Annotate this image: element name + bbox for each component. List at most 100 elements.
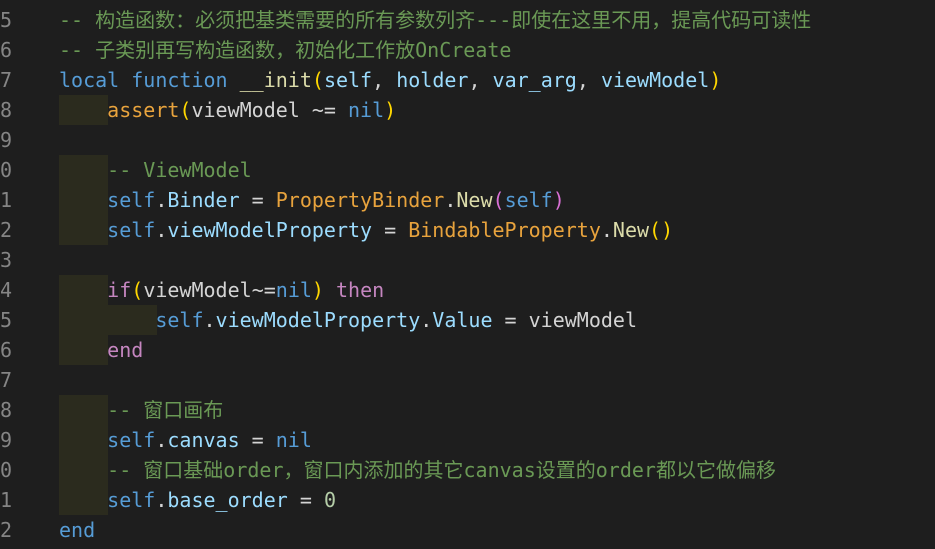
code-line[interactable]: 26 end — [0, 335, 935, 365]
code-token: . — [155, 488, 168, 512]
code-token: self — [107, 218, 156, 242]
code-token: ( — [131, 278, 144, 302]
code-line[interactable]: 30 -- 窗口基础order，窗口内添加的其它canvas设置的order都以… — [0, 455, 935, 485]
code-token: ( — [311, 68, 324, 92]
code-token: Binder — [167, 188, 240, 212]
code-token: nil — [348, 98, 385, 122]
code-token: viewModel — [143, 278, 252, 302]
code-text: -- 子类别再写构造函数，初始化工作放OnCreate — [59, 35, 511, 65]
code-token: BindableProperty — [408, 218, 601, 242]
code-text: self.base_order = 0 — [59, 485, 336, 515]
code-token: viewModel — [600, 68, 710, 92]
code-line[interactable]: 22 self.viewModelProperty = BindableProp… — [0, 215, 935, 245]
code-token: end — [59, 518, 96, 542]
line-number: 27 — [0, 368, 13, 392]
code-token: , — [372, 68, 397, 92]
code-token: -- 窗口基础order，窗口内添加的其它canvas设置的order都以它做偏… — [107, 458, 776, 482]
code-token: -- 窗口画布 — [107, 398, 224, 422]
code-token: ) — [311, 278, 324, 302]
code-text: -- ViewModel — [59, 155, 252, 185]
code-token: New — [612, 218, 650, 242]
code-token: holder — [396, 68, 469, 92]
code-token: __init — [239, 68, 312, 92]
line-number: 19 — [0, 128, 13, 152]
code-text: -- 窗口基础order，窗口内添加的其它canvas设置的order都以它做偏… — [59, 455, 776, 485]
code-token: = — [239, 428, 276, 452]
code-token: self — [107, 188, 156, 212]
code-line[interactable]: 16 -- 子类别再写构造函数，初始化工作放OnCreate — [0, 35, 935, 65]
code-text: end — [59, 335, 143, 365]
code-line[interactable]: 18 assert(viewModel ~= nil) — [0, 95, 935, 125]
code-token: viewModel — [528, 308, 638, 332]
code-token: nil — [275, 428, 312, 452]
code-line[interactable]: 28 -- 窗口画布 — [0, 395, 935, 425]
code-editor[interactable]: 15 -- 构造函数：必须把基类需要的所有参数列齐---即使在这里不用，提高代码可… — [0, 0, 935, 549]
code-token: . — [155, 218, 168, 242]
code-text: self.canvas = nil — [59, 425, 312, 455]
line-number: 20 — [0, 158, 13, 182]
code-token: end — [107, 338, 144, 362]
line-number: 30 — [0, 458, 13, 482]
line-number: 17 — [0, 68, 13, 92]
code-token: . — [600, 218, 613, 242]
line-number: 31 — [0, 488, 13, 512]
code-token: nil — [275, 278, 312, 302]
code-text: if(viewModel~=nil) then — [59, 275, 384, 305]
code-line[interactable]: 20 -- ViewModel — [0, 155, 935, 185]
code-text: self.viewModelProperty.Value = viewModel — [59, 305, 637, 335]
code-token: viewModelProperty — [167, 218, 373, 242]
code-token: = — [372, 218, 409, 242]
code-line[interactable]: 21 self.Binder = PropertyBinder.New(self… — [0, 185, 935, 215]
code-token: . — [155, 188, 168, 212]
line-number: 23 — [0, 248, 13, 272]
code-token: base_order — [167, 488, 288, 512]
code-token: ) — [709, 68, 722, 92]
code-line[interactable]: 27 — [0, 365, 935, 395]
code-token: ~= — [299, 98, 349, 122]
code-line[interactable]: 24 if(viewModel~=nil) then — [0, 275, 935, 305]
code-token: -- 构造函数：必须把基类需要的所有参数列齐---即使在这里不用，提高代码可读性 — [59, 8, 812, 32]
code-line[interactable]: 19 — [0, 125, 935, 155]
code-token: self — [323, 68, 373, 92]
line-number: 29 — [0, 428, 13, 452]
code-line[interactable]: 17 local function __init(self, holder, va… — [0, 65, 935, 95]
code-text: -- 窗口画布 — [59, 395, 223, 425]
code-text: self.viewModelProperty = BindablePropert… — [59, 215, 673, 245]
code-line[interactable]: 23 — [0, 245, 935, 275]
code-token: = — [492, 308, 529, 332]
line-number: 28 — [0, 398, 13, 422]
line-number: 18 — [0, 98, 13, 122]
code-line[interactable]: 32 end — [0, 515, 935, 545]
code-token: -- 子类别再写构造函数，初始化工作放OnCreate — [59, 38, 512, 62]
code-token: , — [576, 68, 601, 92]
code-token: ) — [384, 98, 397, 122]
code-token: = — [287, 488, 324, 512]
code-token: , — [468, 68, 493, 92]
code-token: self — [155, 308, 204, 332]
code-line[interactable]: 15 -- 构造函数：必须把基类需要的所有参数列齐---即使在这里不用，提高代码可… — [0, 5, 935, 35]
code-token: self — [107, 488, 156, 512]
code-token: ) — [552, 188, 565, 212]
code-token: var_arg — [492, 68, 577, 92]
line-number: 25 — [0, 308, 13, 332]
code-token: canvas — [167, 428, 240, 452]
code-token: ~= — [251, 278, 276, 302]
code-token: Value — [432, 308, 493, 332]
code-line[interactable]: 29 self.canvas = nil — [0, 425, 935, 455]
code-line[interactable]: 25 self.viewModelProperty.Value = viewMo… — [0, 305, 935, 335]
line-number: 15 — [0, 8, 13, 32]
code-token: = — [239, 188, 276, 212]
code-line[interactable]: 31 self.base_order = 0 — [0, 485, 935, 515]
